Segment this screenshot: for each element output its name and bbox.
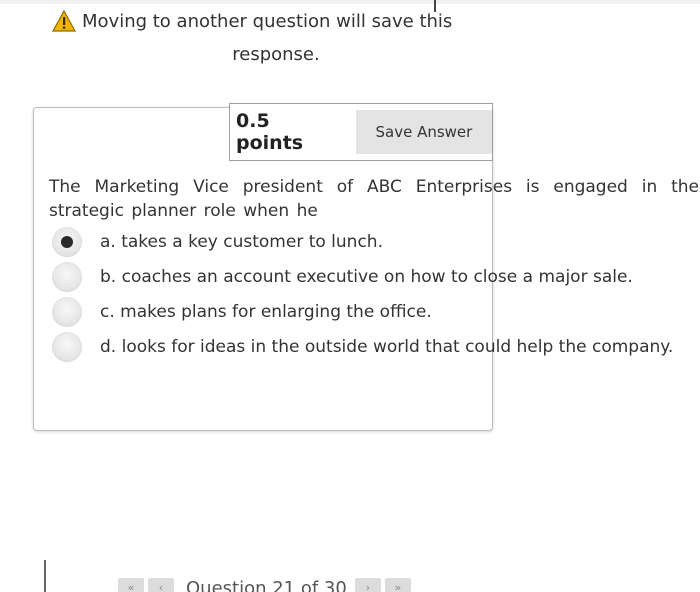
answer-label-d[interactable]: d. looks for ideas in the outside world … bbox=[100, 337, 673, 357]
points-header: 0.5 points Save Answer bbox=[229, 103, 493, 161]
warning-text-line1: Moving to another question will save thi… bbox=[82, 10, 453, 32]
warning-icon bbox=[51, 9, 77, 32]
answer-label-c[interactable]: c. makes plans for enlarging the office. bbox=[100, 302, 432, 322]
first-question-button[interactable]: « bbox=[118, 578, 144, 592]
answer-option-d[interactable]: d. looks for ideas in the outside world … bbox=[52, 329, 700, 364]
question-text: The Marketing Vice president of ABC Ente… bbox=[49, 177, 699, 221]
radio-button-a[interactable] bbox=[52, 226, 82, 257]
top-edge bbox=[0, 0, 700, 4]
radio-button-c[interactable] bbox=[52, 296, 82, 327]
points-label: 0.5 points bbox=[236, 110, 304, 154]
next-question-button[interactable]: › bbox=[354, 578, 381, 592]
save-answer-button[interactable]: Save Answer bbox=[355, 110, 492, 154]
answer-option-c[interactable]: c. makes plans for enlarging the office. bbox=[52, 294, 700, 329]
answer-label-a[interactable]: a. takes a key customer to lunch. bbox=[100, 232, 383, 252]
last-question-button[interactable]: » bbox=[384, 578, 411, 592]
answer-label-b[interactable]: b. coaches an account executive on how t… bbox=[100, 267, 633, 287]
left-divider bbox=[44, 560, 46, 592]
question-counter: Question 21 of 30 bbox=[186, 578, 347, 592]
answer-option-a[interactable]: a. takes a key customer to lunch. bbox=[52, 224, 700, 259]
question-navigation: « ‹ Question 21 of 30 › » bbox=[118, 578, 418, 592]
save-warning: Moving to another question will save thi… bbox=[51, 8, 492, 65]
answer-list: a. takes a key customer to lunch. b. coa… bbox=[52, 224, 700, 364]
previous-question-button[interactable]: ‹ bbox=[148, 578, 174, 592]
warning-text-line2: response. bbox=[232, 44, 320, 65]
radio-button-d[interactable] bbox=[52, 331, 82, 362]
answer-option-b[interactable]: b. coaches an account executive on how t… bbox=[52, 259, 700, 294]
radio-button-b[interactable] bbox=[52, 261, 82, 292]
